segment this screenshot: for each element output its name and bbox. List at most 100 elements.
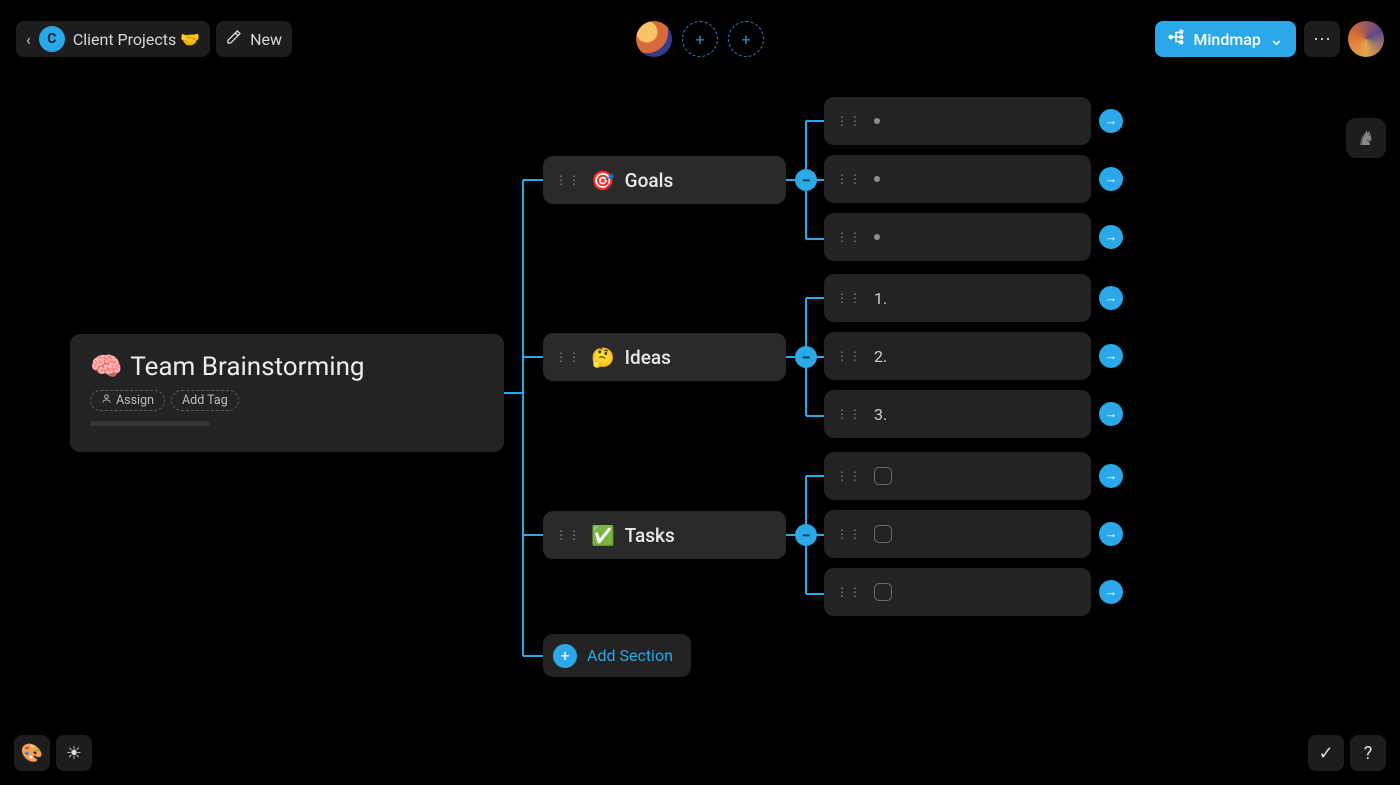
arrow-right-icon: → [1105, 406, 1118, 422]
section-label: Ideas [625, 346, 671, 369]
goal-item[interactable]: ⋮⋮ [824, 155, 1091, 203]
add-collaborator-button[interactable]: + [728, 21, 764, 57]
new-button[interactable]: New [216, 21, 292, 57]
section-goals[interactable]: ⋮⋮ 🎯 Goals [543, 156, 786, 204]
drag-handle-icon[interactable]: ⋮⋮ [836, 114, 862, 128]
goal-item[interactable]: ⋮⋮ [824, 97, 1091, 145]
help-icon: ? [1364, 743, 1373, 764]
task-item[interactable]: ⋮⋮ [824, 452, 1091, 500]
checkbox[interactable] [874, 525, 892, 543]
expand-idea-2-button[interactable]: → [1099, 344, 1123, 368]
new-label: New [250, 30, 282, 49]
assign-label: Assign [116, 393, 154, 408]
leaf-number: 3. [874, 405, 887, 424]
expand-goal-3-button[interactable]: → [1099, 225, 1123, 249]
task-item[interactable]: ⋮⋮ [824, 568, 1091, 616]
collaborator-avatar[interactable] [636, 21, 672, 57]
add-collaborator-button[interactable]: + [682, 21, 718, 57]
arrow-right-icon: → [1105, 584, 1118, 600]
tasks-children: ⋮⋮ ⋮⋮ ⋮⋮ [824, 452, 1091, 616]
drag-handle-icon[interactable]: ⋮⋮ [836, 585, 862, 599]
section-ideas[interactable]: ⋮⋮ 🤔 Ideas [543, 333, 786, 381]
drag-handle-icon[interactable]: ⋮⋮ [836, 291, 862, 305]
drag-handle-icon[interactable]: ⋮⋮ [555, 173, 581, 187]
compose-icon [226, 29, 242, 49]
bullet-icon [874, 118, 880, 124]
section-label: Tasks [625, 524, 675, 547]
done-button[interactable]: ✓ [1308, 735, 1344, 771]
palette-icon: 🎨 [21, 743, 43, 764]
section-tasks[interactable]: ⋮⋮ ✅ Tasks [543, 511, 786, 559]
top-bar: ‹ C Client Projects 🤝 New + + Mindmap ⌄ … [0, 14, 1400, 64]
breadcrumb-button[interactable]: ‹ C Client Projects 🤝 [16, 21, 210, 57]
root-title[interactable]: Team Brainstorming [130, 352, 364, 382]
drag-handle-icon[interactable]: ⋮⋮ [836, 527, 862, 541]
minus-icon: − [802, 171, 811, 190]
sun-icon: ☀ [66, 743, 82, 764]
add-section-label: Add Section [587, 646, 673, 665]
help-button[interactable]: ? [1350, 735, 1386, 771]
expand-idea-3-button[interactable]: → [1099, 402, 1123, 426]
goal-item[interactable]: ⋮⋮ [824, 213, 1091, 261]
expand-task-1-button[interactable]: → [1099, 464, 1123, 488]
task-item[interactable]: ⋮⋮ [824, 510, 1091, 558]
root-title-row: 🧠 Team Brainstorming [90, 352, 484, 382]
add-tag-chip[interactable]: Add Tag [171, 390, 239, 411]
arrow-right-icon: → [1105, 171, 1118, 187]
minus-icon: − [802, 526, 811, 545]
theme-toggle-button[interactable]: ☀ [56, 735, 92, 771]
more-menu-button[interactable]: ⋯ [1304, 21, 1340, 57]
checkbox[interactable] [874, 583, 892, 601]
minus-icon: − [802, 348, 811, 367]
arrow-right-icon: → [1105, 113, 1118, 129]
idea-item[interactable]: ⋮⋮ 3. [824, 390, 1091, 438]
collapse-goals-button[interactable]: − [795, 169, 817, 191]
plus-icon: + [553, 644, 577, 668]
idea-item[interactable]: ⋮⋮ 1. [824, 274, 1091, 322]
view-switcher-button[interactable]: Mindmap ⌄ [1155, 21, 1296, 57]
arrow-right-icon: → [1105, 348, 1118, 364]
back-chevron-icon: ‹ [26, 30, 31, 49]
arrow-right-icon: → [1105, 526, 1118, 542]
check-icon: ✓ [1318, 743, 1333, 764]
expand-goal-1-button[interactable]: → [1099, 109, 1123, 133]
section-label: Goals [625, 169, 674, 192]
section-emoji: 🎯 [591, 169, 615, 192]
collaborators-bar: + + [636, 21, 764, 57]
root-emoji: 🧠 [90, 352, 122, 382]
leaf-number: 1. [874, 289, 887, 308]
drag-handle-icon[interactable]: ⋮⋮ [836, 469, 862, 483]
user-avatar[interactable] [1348, 21, 1384, 57]
leaf-number: 2. [874, 347, 887, 366]
arrow-right-icon: → [1105, 290, 1118, 306]
expand-task-3-button[interactable]: → [1099, 580, 1123, 604]
bullet-icon [874, 176, 880, 182]
assign-chip[interactable]: Assign [90, 390, 165, 411]
arrow-right-icon: → [1105, 229, 1118, 245]
add-tag-label: Add Tag [182, 393, 228, 408]
collapse-ideas-button[interactable]: − [795, 346, 817, 368]
add-section-button[interactable]: + Add Section [543, 634, 691, 677]
drag-handle-icon[interactable]: ⋮⋮ [836, 407, 862, 421]
drag-handle-icon[interactable]: ⋮⋮ [555, 528, 581, 542]
drag-handle-icon[interactable]: ⋮⋮ [836, 230, 862, 244]
knight-icon: ♞ [1357, 126, 1375, 150]
expand-goal-2-button[interactable]: → [1099, 167, 1123, 191]
drag-handle-icon[interactable]: ⋮⋮ [836, 349, 862, 363]
workspace-badge: C [39, 26, 65, 52]
checkbox[interactable] [874, 467, 892, 485]
collapse-tasks-button[interactable]: − [795, 524, 817, 546]
drag-handle-icon[interactable]: ⋮⋮ [555, 350, 581, 364]
more-icon: ⋯ [1313, 29, 1331, 50]
expand-idea-1-button[interactable]: → [1099, 286, 1123, 310]
expand-task-2-button[interactable]: → [1099, 522, 1123, 546]
arrow-right-icon: → [1105, 468, 1118, 484]
idea-item[interactable]: ⋮⋮ 2. [824, 332, 1091, 380]
mindmap-canvas[interactable]: 🧠 Team Brainstorming Assign Add Tag ⋮⋮ 🎯… [0, 0, 1400, 785]
assistant-button[interactable]: ♞ [1346, 118, 1386, 158]
mindmap-icon [1167, 28, 1185, 50]
ideas-children: ⋮⋮ 1. ⋮⋮ 2. ⋮⋮ 3. [824, 274, 1091, 438]
root-node[interactable]: 🧠 Team Brainstorming Assign Add Tag [70, 334, 504, 452]
palette-button[interactable]: 🎨 [14, 735, 50, 771]
drag-handle-icon[interactable]: ⋮⋮ [836, 172, 862, 186]
